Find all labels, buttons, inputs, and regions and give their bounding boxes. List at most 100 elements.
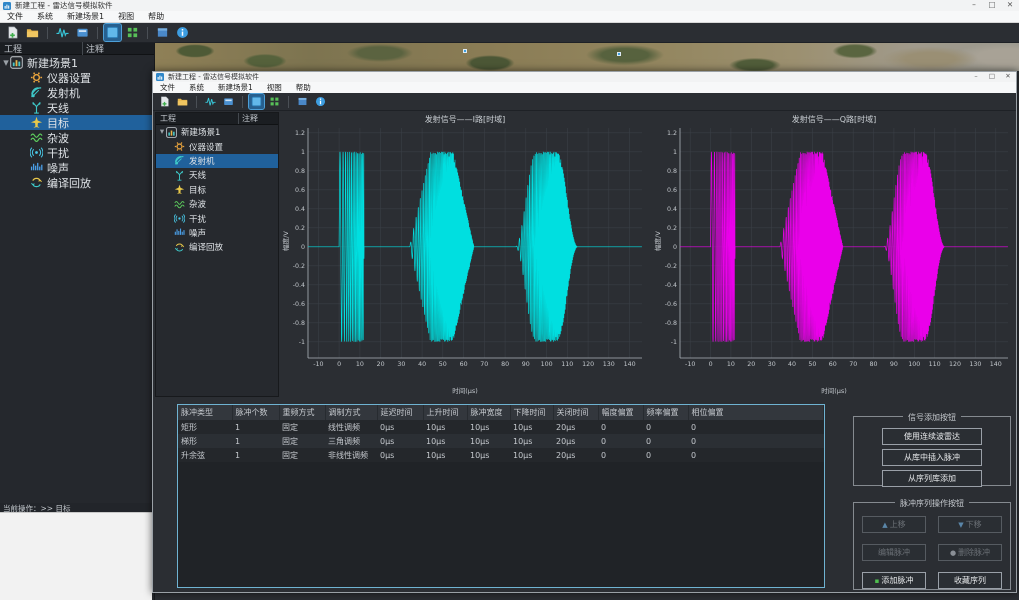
button-从序列库添加[interactable]: 从序列库添加 [882,470,982,487]
close-button[interactable]: ✕ [1000,72,1016,82]
toolbar-button-export-device-icon[interactable] [221,94,236,109]
tree-item-杂波[interactable]: 杂波 [156,197,278,211]
pulse-ops-group: 脉冲序列操作按钮 ▲上移▼下移编辑脉冲●删除脉冲▪添加脉冲收藏序列 [853,502,1011,590]
toolbar-button-panel-icon[interactable] [154,24,171,41]
tree-item-编译回放[interactable]: 编译回放 [156,240,278,254]
minimize-button[interactable]: – [965,0,983,11]
menu-item-文件[interactable]: 文件 [0,11,30,22]
close-button[interactable]: ✕ [1001,0,1019,11]
tree-item-新建场景1[interactable]: ▾新建场景1 [156,125,278,139]
menu-item-新建场景1[interactable]: 新建场景1 [60,11,111,22]
toolbar-separator [47,27,48,39]
svg-text:20: 20 [377,361,385,368]
menu-item-新建场景1[interactable]: 新建场景1 [211,82,260,93]
tree-item-目标[interactable]: 目标 [156,183,278,197]
table-cell: 0µs [377,434,423,448]
expander-icon[interactable]: ▾ [2,56,10,69]
table-row-梯形[interactable]: 梯形1固定三角调频0µs10µs10µs10µs20µs000 [178,434,824,448]
tree-item-天线[interactable]: 天线 [156,168,278,182]
toolbar-button-open-folder-icon[interactable] [175,94,190,109]
toolbar-button-view-toggle-icon[interactable] [249,94,264,109]
toolbar-button-info-icon[interactable] [174,24,191,41]
button-上移[interactable]: ▲上移 [862,516,926,533]
tree-item-干扰[interactable]: 干扰 [0,145,154,160]
table-cell: 0 [598,420,643,434]
tree-item-目标[interactable]: 目标 [0,115,154,130]
maximize-button[interactable]: □ [984,72,1000,82]
menu-item-系统[interactable]: 系统 [182,82,211,93]
tree-item-仪器设置[interactable]: 仪器设置 [0,70,154,85]
toolbar-button-waveform-icon[interactable] [203,94,218,109]
button-从库中插入脉冲[interactable]: 从库中插入脉冲 [882,449,982,466]
svg-text:130: 130 [603,361,615,368]
button-添加脉冲[interactable]: ▪添加脉冲 [862,572,926,589]
button-编辑脉冲[interactable]: 编辑脉冲 [862,544,926,561]
table-cell: 10µs [423,420,467,434]
target-icon [30,116,43,129]
fg-project-tree-panel: 工程注释▾新建场景1仪器设置发射机天线目标杂波干扰噪声编译回放 [155,112,279,397]
button-使用连续波雷达[interactable]: 使用连续波雷达 [882,428,982,445]
open-folder-icon [26,26,39,39]
tree-item-发射机[interactable]: 发射机 [156,154,278,168]
bg-titlebar: 新建工程 - 雷达信号模拟软件 – □ ✕ [0,0,1019,11]
toolbar-button-export-device-icon[interactable] [74,24,91,41]
export-device-icon [223,96,234,107]
tree-item-仪器设置[interactable]: 仪器设置 [156,139,278,153]
table-cell: 1 [232,420,279,434]
toolbar-button-open-folder-icon[interactable] [24,24,41,41]
layout-grid-icon [126,26,139,39]
tree-item-编译回放[interactable]: 编译回放 [0,175,154,190]
tree-item-label: 发射机 [47,85,80,101]
table-cell: 0 [598,448,643,462]
svg-text:70: 70 [849,361,857,368]
menu-item-系统[interactable]: 系统 [30,11,60,22]
toolbar-button-new-file-icon[interactable] [4,24,21,41]
menu-item-帮助[interactable]: 帮助 [289,82,318,93]
toolbar-button-layout-grid-icon[interactable] [267,94,282,109]
expander-icon[interactable]: ▾ [158,127,166,137]
tree-item-噪声[interactable]: 噪声 [156,226,278,240]
toolbar-button-new-file-icon[interactable] [157,94,172,109]
toolbar-button-layout-grid-icon[interactable] [124,24,141,41]
table-row-升余弦[interactable]: 升余弦1固定非线性调频0µs10µs10µs10µs20µs000 [178,448,824,462]
tree-item-发射机[interactable]: 发射机 [0,85,154,100]
tree-item-干扰[interactable]: 干扰 [156,211,278,225]
menu-item-文件[interactable]: 文件 [153,82,182,93]
button-下移[interactable]: ▼下移 [938,516,1002,533]
svg-text:-0.8: -0.8 [293,320,305,327]
menu-item-视图[interactable]: 视图 [260,82,289,93]
tree-item-噪声[interactable]: 噪声 [0,160,154,175]
tree-item-label: 噪声 [47,160,69,176]
svg-text:90: 90 [890,361,898,368]
svg-text:80: 80 [869,361,877,368]
toolbar-button-info-icon[interactable] [313,94,328,109]
toolbar-button-panel-icon[interactable] [295,94,310,109]
toolbar-button-view-toggle-icon[interactable] [104,24,121,41]
menu-item-帮助[interactable]: 帮助 [141,11,171,22]
clutter-icon [30,131,43,144]
table-cell: 梯形 [178,434,232,448]
maximize-button[interactable]: □ [983,0,1001,11]
table-cell: 三角调频 [325,434,377,448]
tree-item-新建场景1[interactable]: ▾新建场景1 [0,55,154,70]
minimize-button[interactable]: – [968,72,984,82]
svg-text:0.8: 0.8 [667,168,677,175]
playback-icon [30,176,43,189]
svg-text:1.2: 1.2 [667,130,677,137]
menu-item-视图[interactable]: 视图 [111,11,141,22]
satellite-map-view[interactable] [155,43,1019,71]
waveform-icon [205,96,216,107]
button-收藏序列[interactable]: 收藏序列 [938,572,1002,589]
tree-item-天线[interactable]: 天线 [0,100,154,115]
tree-item-杂波[interactable]: 杂波 [0,130,154,145]
new-file-icon [6,26,19,39]
svg-text:100: 100 [541,361,553,368]
toolbar-separator [147,27,148,39]
table-cell: 10µs [467,420,510,434]
table-row-矩形[interactable]: 矩形1固定线性调频0µs10µs10µs10µs20µs000 [178,420,824,434]
button-删除脉冲[interactable]: ●删除脉冲 [938,544,1002,561]
toolbar-button-waveform-icon[interactable] [54,24,71,41]
delete-icon: ● [950,549,956,557]
bg-menubar: 文件系统新建场景1视图帮助 [0,11,1019,23]
window-title: 新建工程 - 雷达信号模拟软件 [15,0,112,11]
